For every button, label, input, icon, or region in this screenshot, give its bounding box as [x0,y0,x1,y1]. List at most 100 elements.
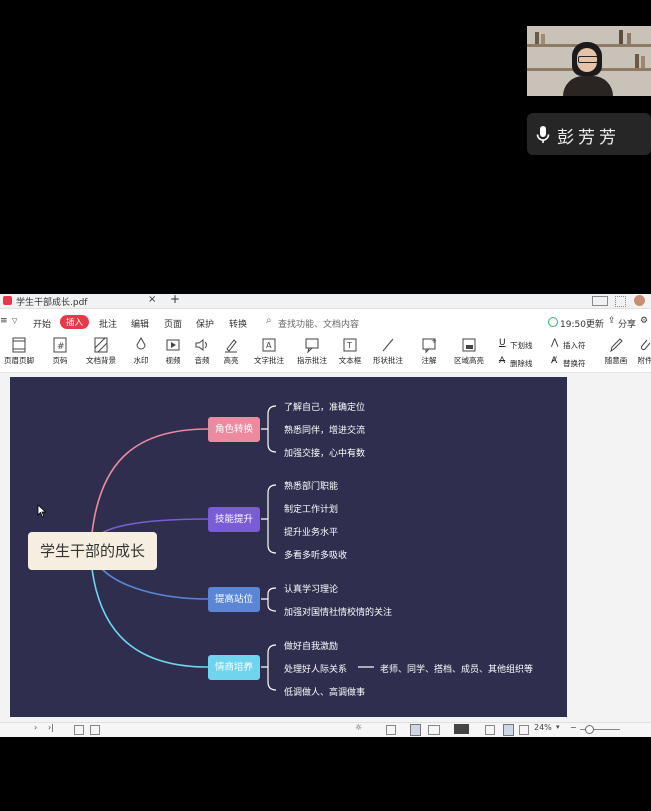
fit-page-icon[interactable] [485,725,495,735]
fit-width-icon[interactable] [503,724,514,736]
leaf-item: 低调做人、高调做事 [284,688,366,698]
leaf-item: 做好自我激励 [284,642,339,652]
zoom-dropdown-icon[interactable]: ▾ [556,723,560,731]
zoom-out-icon[interactable]: − [570,723,577,732]
pdf-reader-window: 学生干部成长.pdf × + ≡ ▽ 开始 插入 批注 编辑 页面 保护 转换 … [0,292,651,737]
next-page-icon[interactable]: › [34,723,37,732]
mouse-cursor-icon [37,504,47,518]
tab-start[interactable]: 开始 [33,317,51,330]
text-comment-icon: A [262,338,276,352]
highlight-button[interactable]: 高亮 [220,336,242,366]
double-page-icon[interactable] [428,725,440,735]
title-bar: 学生干部成长.pdf × + [0,292,651,309]
brace-skill [261,484,277,554]
close-tab-icon[interactable]: × [148,294,156,305]
ribbon-label: 文本框 [338,356,362,365]
shape-comment-button[interactable]: 形状批注 [370,336,406,366]
dropdown-chevron-icon[interactable]: ▽ [12,317,17,325]
strikethrough-icon: A [499,356,506,366]
tab-protect[interactable]: 保护 [196,317,214,330]
menu-bar: ≡ ▽ 开始 插入 批注 编辑 页面 保护 转换 ⌕ 查找功能、文档内容 19:… [0,309,651,336]
page-view-icon[interactable] [74,725,84,735]
ribbon-label: 高亮 [223,356,239,365]
zoom-level[interactable]: 24% [534,723,552,732]
highlighter-icon [225,339,237,353]
header-footer-icon [12,337,26,353]
connector-role [91,428,209,534]
single-page-icon[interactable] [386,725,396,735]
book [535,32,539,44]
leaf-item: 加强对国情社情校情的关注 [284,608,393,618]
svg-text:+: + [431,337,437,345]
leaf-item: 处理好人际关系 [284,665,348,675]
rotate-icon[interactable] [519,725,529,735]
replace-symbol-button[interactable]: 替换符 [563,358,586,369]
underline-button[interactable]: 下划线 [510,340,533,351]
doc-background-button[interactable]: 文档背景 [84,336,118,366]
speaker-name: 彭芳芳 [557,128,620,148]
tab-insert[interactable]: 插入 [60,315,90,329]
leaf-item: 了解自己，准确定位 [284,403,366,413]
pen-icon [610,338,623,353]
leaf-item: 熟悉同伴，增进交流 [284,426,366,436]
watermark-button[interactable]: 水印 [130,336,152,366]
new-tab-button[interactable]: + [170,292,180,306]
annotation-button[interactable]: + 注解 [417,336,441,366]
tab-convert[interactable]: 转换 [229,317,247,330]
document-area[interactable]: 学生干部的成长 角色转换 技能提升 提高站位 情商培养 了解自己，准确定位 熟悉… [0,373,651,722]
audio-button[interactable]: 音频 [192,336,212,366]
zoom-slider-thumb[interactable] [585,725,594,734]
tab-edit[interactable]: 编辑 [131,317,149,330]
menu-toggle-icon[interactable]: ≡ [0,316,8,326]
ribbon-label: 形状批注 [373,356,403,365]
leaf-item: 制定工作计划 [284,505,339,515]
ribbon-label: 文字批注 [254,356,284,365]
text-comment-button[interactable]: A 文字批注 [252,336,286,366]
strikethrough-button[interactable]: 删除线 [510,358,533,369]
search-input[interactable]: 查找功能、文档内容 [278,317,359,330]
ribbon-label: 随意画 [604,356,628,365]
page-number-button[interactable]: # 页码 [48,336,72,366]
mindmap-root: 学生干部的成长 [28,532,157,570]
window-layout-icon[interactable] [592,296,608,306]
participant-video [527,26,651,96]
branch-role-change: 角色转换 [208,417,260,442]
page-number-icon: # [53,337,67,353]
area-highlight-icon [462,338,476,352]
continuous-page-icon[interactable] [410,724,421,736]
freehand-button[interactable]: 随意画 [603,336,629,366]
user-avatar[interactable] [634,295,645,306]
pdf-file-icon [3,296,12,305]
underline-icon: U [499,338,506,348]
tab-page[interactable]: 页面 [164,317,182,330]
attachment-button[interactable]: 附件 [635,336,651,366]
status-bar: › ›| ☼ 24% ▾ − [0,722,651,737]
brace-role [261,405,277,453]
brace-eq [261,644,277,691]
share-button[interactable]: 分享 [618,317,636,330]
branch-raise-standing: 提高站位 [208,587,260,612]
video-button[interactable]: 视频 [163,336,183,366]
insert-symbol-icon: ⋀ [551,338,559,348]
play-icon[interactable] [454,724,469,734]
pdf-page: 学生干部的成长 角色转换 技能提升 提高站位 情商培养 了解自己，准确定位 熟悉… [10,377,567,717]
settings-icon[interactable]: ⚙ [640,316,648,326]
tab-annotate[interactable]: 批注 [99,317,117,330]
file-tab-title[interactable]: 学生干部成长.pdf [16,295,87,308]
brightness-icon[interactable]: ☼ [355,723,362,732]
header-footer-button[interactable]: 页眉页脚 [4,336,34,366]
textbox-icon: T [343,338,357,352]
page-view-icon[interactable] [90,725,100,735]
apps-grid-icon[interactable] [615,296,626,307]
svg-text:T: T [346,341,352,350]
leaf-item: 认真学习理论 [284,585,339,595]
pointer-comment-button[interactable]: 指示批注 [295,336,329,366]
pointer-comment-icon [305,338,319,354]
last-page-icon[interactable]: ›| [48,723,54,732]
watermark-icon [136,336,146,350]
textbox-button[interactable]: T 文本框 [337,336,363,366]
svg-text:A: A [266,341,272,350]
insert-symbol-button[interactable]: 插入符 [563,340,586,351]
speaker-icon [195,339,207,351]
area-highlight-button[interactable]: 区域高亮 [450,336,488,366]
